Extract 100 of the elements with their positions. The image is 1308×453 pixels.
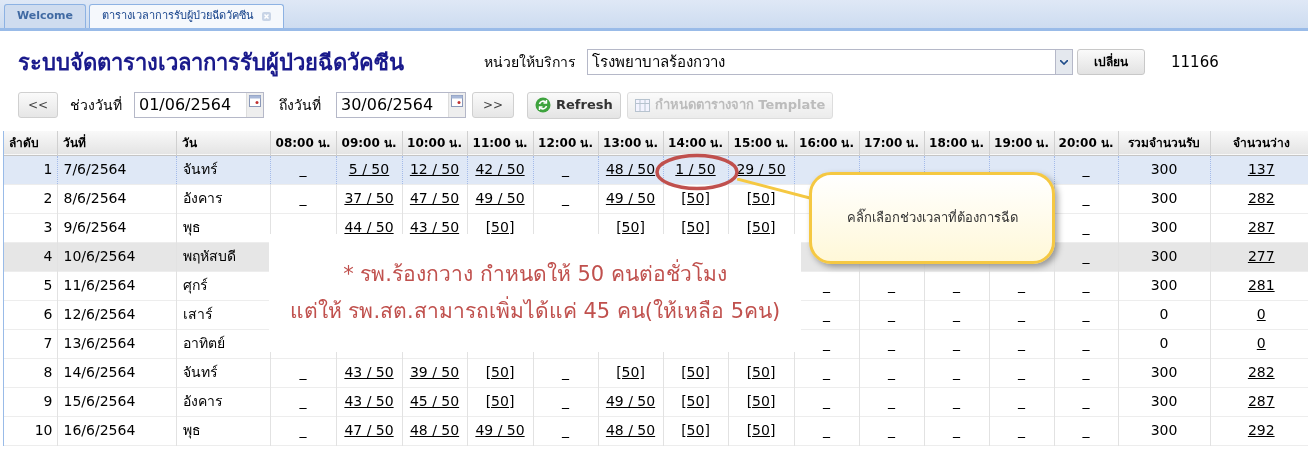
table-row[interactable]: 9 15/6/2564 อังคาร _ 43 / 50 45 / 50 [50] _ 49 / 50 [50] [50] _ _ _ _ _ 300 287 xyxy=(4,387,1308,416)
table-cell: _ xyxy=(888,364,895,380)
slot-link[interactable]: 45 / 50 xyxy=(409,393,460,409)
table-cell: _ xyxy=(953,335,960,351)
column-header[interactable]: รวมจำนวนรับ xyxy=(1118,131,1210,155)
slot-link[interactable]: [50] xyxy=(746,219,776,235)
date-field[interactable]: 30/06/2564 xyxy=(336,92,466,118)
slot-link[interactable]: 48 / 50 xyxy=(605,422,656,438)
column-header[interactable]: 12:00 น. xyxy=(533,131,598,155)
table-cell: 300 xyxy=(1118,184,1210,213)
column-header[interactable]: 19:00 น. xyxy=(989,131,1054,155)
calendar-icon[interactable] xyxy=(451,95,463,107)
table-cell: 11/6/2564 xyxy=(57,271,176,300)
slot-link[interactable]: [50] xyxy=(485,364,515,380)
slot-link[interactable]: [50] xyxy=(616,364,645,380)
tab[interactable]: Welcome xyxy=(4,4,86,28)
table-cell: _ xyxy=(823,306,830,322)
free-count-link[interactable]: 0 xyxy=(1210,300,1308,329)
slot-link[interactable]: 48 / 50 xyxy=(409,422,460,438)
free-count-link[interactable]: 0 xyxy=(1210,329,1308,358)
slot-link[interactable]: 47 / 50 xyxy=(344,422,394,438)
slot-link[interactable]: [50] xyxy=(485,219,515,235)
slot-link[interactable]: 47 / 50 xyxy=(409,190,460,206)
slot-link[interactable]: [50] xyxy=(681,190,710,206)
column-header[interactable]: 14:00 น. xyxy=(663,131,728,155)
free-count-link[interactable]: 282 xyxy=(1210,184,1308,213)
column-header[interactable]: 08:00 น. xyxy=(270,131,336,155)
table-cell: _ xyxy=(562,161,569,177)
slot-link[interactable]: [50] xyxy=(485,393,515,409)
column-header[interactable]: ลำดับ xyxy=(4,131,57,155)
column-header[interactable]: วันที่ xyxy=(57,131,176,155)
table-cell: 7 xyxy=(4,329,57,358)
slot-link[interactable]: 49 / 50 xyxy=(475,190,525,206)
slot-link[interactable]: [50] xyxy=(681,219,710,235)
column-header[interactable]: 10:00 น. xyxy=(402,131,467,155)
table-cell: 2 xyxy=(4,184,57,213)
slot-link[interactable]: 48 / 50 xyxy=(605,161,656,177)
free-count-link[interactable]: 282 xyxy=(1210,358,1308,387)
column-header[interactable]: วัน xyxy=(176,131,270,155)
slot-link[interactable]: 43 / 50 xyxy=(409,219,460,235)
chevron-down-icon[interactable] xyxy=(1060,59,1068,65)
free-count-link[interactable]: 281 xyxy=(1210,271,1308,300)
column-header[interactable]: 20:00 น. xyxy=(1054,131,1118,155)
table-cell: 7/6/2564 xyxy=(57,155,176,184)
slot-link[interactable]: [50] xyxy=(746,364,776,380)
slot-link[interactable]: 37 / 50 xyxy=(344,190,394,206)
slot-link[interactable]: 43 / 50 xyxy=(344,364,394,380)
table-cell: _ xyxy=(1018,277,1025,293)
free-count-link[interactable]: 137 xyxy=(1210,155,1308,184)
slot-link[interactable]: [50] xyxy=(681,364,710,380)
slot-link[interactable]: [50] xyxy=(746,190,776,206)
table-cell: _ xyxy=(1018,422,1025,438)
table-cell: 10 xyxy=(4,416,57,445)
slot-link[interactable]: 49 / 50 xyxy=(605,190,656,206)
tab[interactable]: ตารางเวลาการรับผู้ป่วยฉีดวัคซีน xyxy=(89,4,284,28)
table-cell: _ xyxy=(823,335,830,351)
next-button[interactable]: >> xyxy=(472,92,514,118)
previous-button[interactable]: << xyxy=(18,92,58,118)
table-cell: 300 xyxy=(1118,271,1210,300)
free-count-link[interactable]: 287 xyxy=(1210,387,1308,416)
date-field[interactable]: 01/06/2564 xyxy=(134,92,264,118)
change-button[interactable]: เปลี่ยน xyxy=(1077,49,1145,75)
free-count-link[interactable]: 277 xyxy=(1210,242,1308,271)
table-row[interactable]: 10 16/6/2564 พุธ _ 47 / 50 48 / 50 49 / 50 _ 48 / 50 [50] [50] _ _ _ _ _ 300 292 xyxy=(4,416,1308,445)
calendar-icon[interactable] xyxy=(249,95,261,107)
slot-link[interactable]: 29 / 50 xyxy=(736,161,786,177)
column-header[interactable]: 18:00 น. xyxy=(924,131,989,155)
column-header[interactable]: 15:00 น. xyxy=(728,131,794,155)
column-header[interactable]: 11:00 น. xyxy=(467,131,533,155)
slot-link[interactable]: [50] xyxy=(616,219,645,235)
slot-link[interactable]: 49 / 50 xyxy=(475,422,525,438)
table-cell: _ xyxy=(953,422,960,438)
column-header[interactable]: 13:00 น. xyxy=(598,131,663,155)
column-header[interactable]: 17:00 น. xyxy=(859,131,924,155)
unit-select[interactable]: โรงพยาบาลร้องกวาง xyxy=(587,49,1073,75)
free-count-link[interactable]: 292 xyxy=(1210,416,1308,445)
slot-link[interactable]: [50] xyxy=(681,422,710,438)
column-header[interactable]: 16:00 น. xyxy=(794,131,859,155)
slot-link[interactable]: 43 / 50 xyxy=(344,393,394,409)
slot-link[interactable]: 39 / 50 xyxy=(409,364,460,380)
slot-link[interactable]: [50] xyxy=(681,393,710,409)
slot-link[interactable]: [50] xyxy=(746,393,776,409)
column-header[interactable]: 09:00 น. xyxy=(336,131,402,155)
slot-link[interactable]: [50] xyxy=(746,422,776,438)
slot-link[interactable]: 49 / 50 xyxy=(605,393,656,409)
table-cell: _ xyxy=(1082,393,1090,409)
slot-link[interactable]: 44 / 50 xyxy=(344,219,394,235)
slot-link[interactable]: 5 / 50 xyxy=(348,161,390,177)
free-count-link[interactable]: 287 xyxy=(1210,213,1308,242)
slot-link[interactable]: 42 / 50 xyxy=(475,161,525,177)
table-cell: _ xyxy=(1082,422,1090,438)
table-cell: _ xyxy=(299,190,307,206)
refresh-button[interactable]: Refresh xyxy=(527,91,621,119)
to-label: ถึงวันที่ xyxy=(278,95,322,115)
table-cell: _ xyxy=(823,393,830,409)
table-cell: _ xyxy=(1082,190,1090,206)
slot-link[interactable]: 12 / 50 xyxy=(409,161,460,177)
column-header[interactable]: จำนวนว่าง xyxy=(1210,131,1308,155)
table-row[interactable]: 8 14/6/2564 จันทร์ _ 43 / 50 39 / 50 [50] _ [50] [50] [50] _ _ _ _ _ 300 282 xyxy=(4,358,1308,387)
table-cell: _ xyxy=(823,422,830,438)
